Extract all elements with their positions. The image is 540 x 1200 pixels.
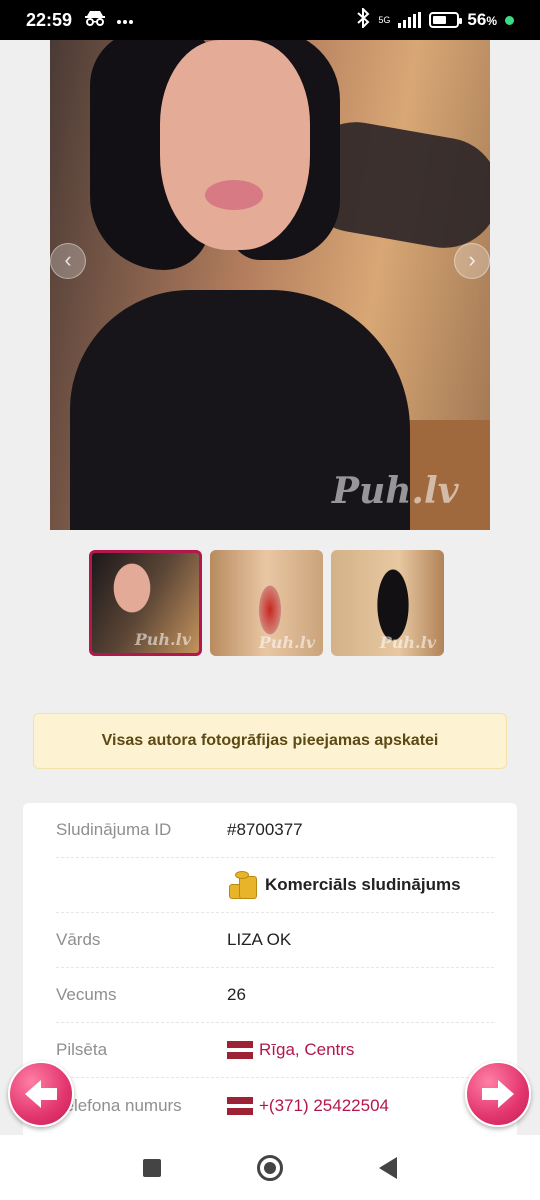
- details-card: Sludinājuma ID #8700377 Komerciāls sludi…: [23, 803, 517, 1143]
- privacy-indicator-icon: [505, 15, 514, 25]
- photo-face: [160, 40, 310, 250]
- thumbnail-watermark: Puh.lv: [134, 630, 191, 649]
- detail-row-phone: Telefona numurs +(371) 25422504: [56, 1078, 494, 1133]
- coins-icon: [227, 870, 259, 900]
- city-label: Pilsēta: [56, 1040, 108, 1059]
- thumbnail-3[interactable]: Puh.lv: [331, 550, 444, 656]
- status-bar: 22:59 5G 56%: [0, 0, 540, 40]
- battery-icon: [429, 12, 463, 28]
- chevron-right-icon: ›: [468, 247, 476, 272]
- prev-ad-button[interactable]: [8, 1061, 74, 1127]
- battery-unit: %: [486, 14, 497, 28]
- battery-percent: 56: [467, 10, 487, 29]
- back-button[interactable]: [379, 1156, 397, 1179]
- age-label: Vecums: [56, 985, 117, 1004]
- latvia-flag-icon: [227, 1041, 253, 1059]
- arrow-left-icon: [23, 1077, 59, 1119]
- detail-row-city: Pilsēta Rīga, Centrs: [56, 1023, 494, 1078]
- system-nav-bar: [0, 1135, 540, 1200]
- bluetooth-icon: [356, 6, 370, 33]
- thumbnail-strip: Puh.lv Puh.lv Puh.lv: [89, 550, 444, 656]
- home-button[interactable]: [257, 1154, 283, 1181]
- incognito-icon: [84, 10, 106, 31]
- network-type: 5G: [378, 14, 391, 25]
- thumbnail-watermark: Puh.lv: [258, 633, 315, 652]
- id-label: Sludinājuma ID: [56, 820, 172, 839]
- phone-link[interactable]: +(371) 25422504: [227, 1096, 389, 1116]
- main-photo[interactable]: Puh.lv ‹ ›: [50, 40, 490, 530]
- gallery-next-button[interactable]: ›: [454, 243, 490, 279]
- phone-label: Telefona numurs: [56, 1095, 182, 1115]
- photos-notice: Visas autora fotogrāfijas pieejamas apsk…: [33, 713, 507, 769]
- detail-row-commercial: Komerciāls sludinājums: [56, 858, 494, 913]
- name-value: LIZA OK: [227, 930, 292, 949]
- detail-row-age: Vecums 26: [56, 968, 494, 1023]
- age-value: 26: [227, 985, 246, 1004]
- chevron-left-icon: ‹: [64, 247, 72, 272]
- recents-button[interactable]: [143, 1158, 161, 1177]
- city-value: Rīga, Centrs: [259, 1040, 355, 1059]
- photo-watermark: Puh.lv: [332, 470, 459, 512]
- detail-row-id: Sludinājuma ID #8700377: [56, 803, 494, 858]
- gallery-prev-button[interactable]: ‹: [50, 243, 86, 279]
- thumbnail-watermark: Puh.lv: [379, 633, 436, 652]
- clock: 22:59: [26, 9, 73, 30]
- more-dots-icon: [116, 10, 134, 30]
- thumbnail-1[interactable]: Puh.lv: [89, 550, 202, 656]
- next-ad-button[interactable]: [465, 1061, 531, 1127]
- phone-value: +(371) 25422504: [259, 1095, 389, 1115]
- city-link[interactable]: Rīga, Centrs: [227, 1040, 354, 1060]
- photo-lips: [205, 180, 263, 210]
- id-value: #8700377: [227, 820, 303, 839]
- photos-notice-text: Visas autora fotogrāfijas pieejamas apsk…: [101, 732, 439, 749]
- name-label: Vārds: [56, 930, 101, 949]
- commercial-label: Komerciāls sludinājums: [265, 875, 461, 894]
- detail-row-name: Vārds LIZA OK: [56, 913, 494, 968]
- latvia-flag-icon: [227, 1096, 253, 1115]
- signal-icon: [398, 12, 422, 28]
- thumbnail-2[interactable]: Puh.lv: [210, 550, 323, 656]
- arrow-right-icon: [480, 1077, 516, 1119]
